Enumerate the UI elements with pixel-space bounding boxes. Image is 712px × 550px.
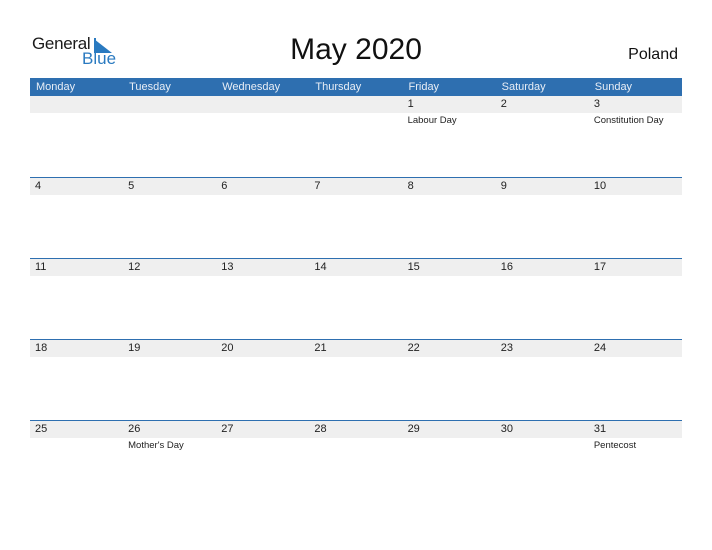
day-cell: 10 [589,178,682,259]
day-cell [216,96,309,177]
day-number: 17 [593,261,607,273]
day-cell: 1 Labour Day [403,96,496,177]
day-number: 2 [500,98,507,110]
day-number: 30 [500,423,513,435]
country-label: Poland [628,46,678,63]
day-cell [30,96,123,177]
day-number: 5 [128,180,135,192]
day-number: 14 [314,261,327,273]
day-cell: 23 [496,340,589,421]
day-cell: 28 [309,421,402,502]
day-cell: 8 [403,178,496,259]
day-cell: 9 [496,178,589,259]
day-number: 4 [35,180,42,192]
weekday-saturday: Saturday [501,81,546,93]
day-number: 3 [593,98,600,110]
day-number: 18 [35,342,48,354]
day-cell: 15 [403,259,496,340]
day-number: 20 [221,342,234,354]
day-number: 21 [314,342,327,354]
day-cell: 5 [123,178,216,259]
day-cell: 14 [309,259,402,340]
day-number: 13 [221,261,234,273]
day-cell: 21 [309,340,402,421]
day-cell: 20 [216,340,309,421]
day-number: 26 [128,423,141,435]
day-cell: 24 [589,340,682,421]
day-cell: 6 [216,178,309,259]
day-number: 29 [407,423,420,435]
day-cell: 27 [216,421,309,502]
day-cell: 26 Mother's Day [123,421,216,502]
holiday-label: Constitution Day [593,115,664,126]
week-row: 4 5 6 7 8 9 10 [30,177,682,259]
weekday-wednesday: Wednesday [222,81,281,93]
holiday-label: Labour Day [407,115,457,126]
day-cell: 2 [496,96,589,177]
holiday-label: Mother's Day [128,440,184,451]
weekday-header: Monday Tuesday Wednesday Thursday Friday… [30,78,682,96]
day-number: 1 [407,98,414,110]
week-row: 11 12 13 14 15 16 17 [30,258,682,340]
day-cell: 29 [403,421,496,502]
day-cell: 13 [216,259,309,340]
day-number: 9 [500,180,507,192]
week-row: 1 Labour Day 2 3 Constitution Day [30,96,682,177]
day-number: 23 [500,342,513,354]
day-number: 28 [314,423,327,435]
day-number: 6 [221,180,228,192]
day-number: 10 [593,180,607,192]
day-cell: 18 [30,340,123,421]
day-number: 24 [593,342,607,354]
day-cell: 4 [30,178,123,259]
day-cell [123,96,216,177]
week-row: 25 26 Mother's Day 27 28 29 30 31 Pentecost [30,420,682,502]
calendar-title: May 2020 [290,33,422,66]
day-cell: 25 [30,421,123,502]
day-cell: 3 Constitution Day [589,96,682,177]
day-number: 16 [500,261,513,273]
weekday-sunday: Sunday [594,81,633,93]
day-number: 31 [593,423,607,435]
weekday-monday: Monday [36,81,76,93]
day-cell: 31 Pentecost [589,421,682,502]
day-number: 7 [314,180,321,192]
week-row: 18 19 20 21 22 23 24 [30,339,682,421]
day-number: 25 [35,423,48,435]
day-cell: 30 [496,421,589,502]
day-number: 8 [407,180,414,192]
day-cell: 22 [403,340,496,421]
weekday-friday: Friday [408,81,440,93]
day-number: 15 [407,261,420,273]
day-number: 19 [128,342,141,354]
day-number: 27 [221,423,234,435]
day-cell: 7 [309,178,402,259]
day-cell [309,96,402,177]
day-cell: 16 [496,259,589,340]
day-cell: 19 [123,340,216,421]
day-number: 11 [35,261,47,273]
weekday-thursday: Thursday [315,81,362,93]
holiday-label: Pentecost [593,440,637,451]
day-cell: 17 [589,259,682,340]
weekday-tuesday: Tuesday [129,81,171,93]
day-cell: 12 [123,259,216,340]
day-cell: 11 [30,259,123,340]
day-number: 12 [128,261,141,273]
day-number: 22 [407,342,420,354]
